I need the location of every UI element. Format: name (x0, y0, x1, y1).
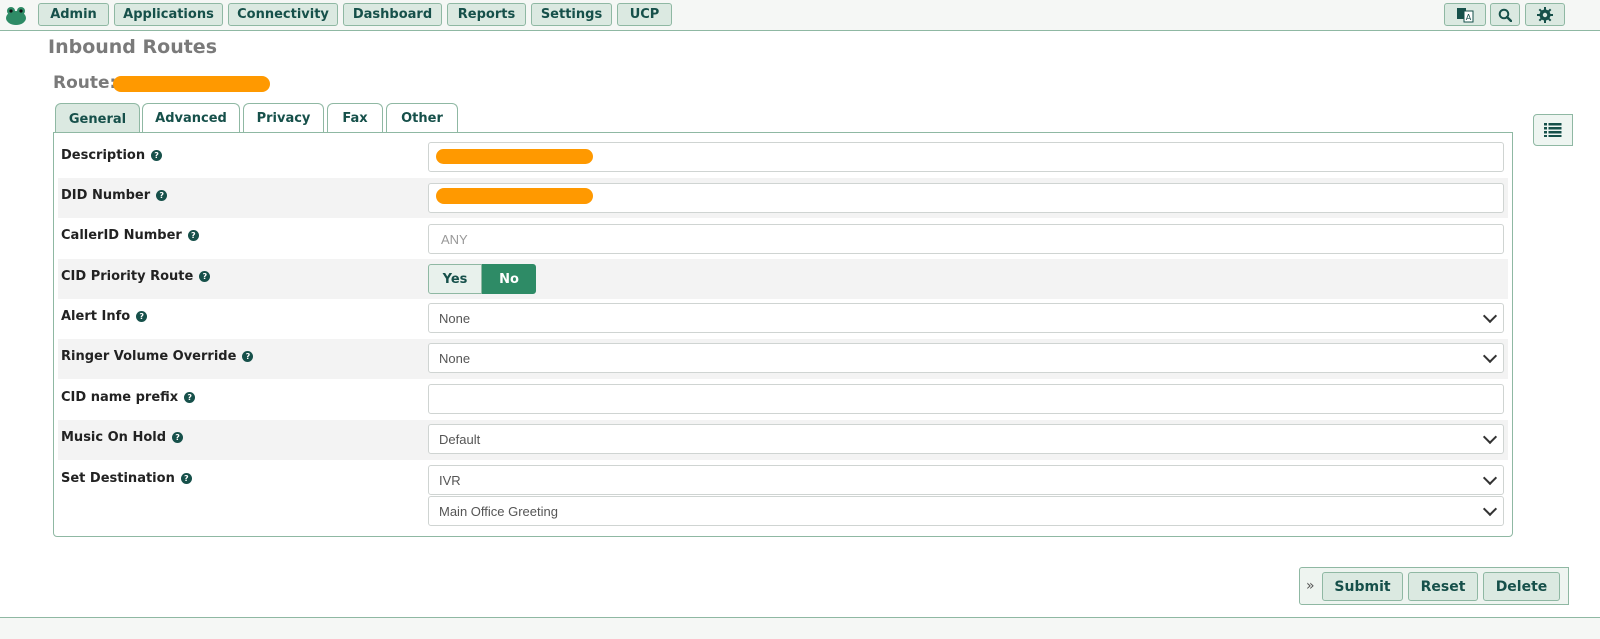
delete-button[interactable]: Delete (1483, 572, 1560, 601)
nav-ucp[interactable]: UCP (617, 3, 672, 26)
route-name-redaction (113, 76, 270, 92)
help-icon[interactable]: ? (136, 311, 148, 322)
ringer-volume-value: None (439, 350, 471, 366)
callerid-number-text[interactable] (439, 230, 1503, 248)
help-icon[interactable]: ? (184, 392, 196, 403)
music-on-hold-label: Music On Hold (61, 430, 167, 445)
nav-connectivity[interactable]: Connectivity (228, 3, 338, 26)
callerid-number-input[interactable] (428, 224, 1504, 254)
did-number-text[interactable] (439, 189, 1503, 207)
cid-priority-route-label: CID Priority Route (61, 269, 194, 284)
reset-button[interactable]: Reset (1408, 572, 1478, 601)
help-icon[interactable]: ? (172, 432, 184, 443)
svg-text:A: A (1466, 13, 1472, 22)
translate-icon: A (1457, 7, 1474, 22)
cid-priority-yes-button[interactable]: Yes (428, 264, 482, 294)
alert-info-label: Alert Info (61, 309, 131, 324)
tab-advanced[interactable]: Advanced (142, 103, 240, 133)
cid-name-prefix-label: CID name prefix (61, 390, 179, 405)
settings-button[interactable] (1525, 3, 1565, 26)
translate-button[interactable]: A (1444, 3, 1486, 26)
nav-reports[interactable]: Reports (447, 3, 526, 26)
help-icon[interactable]: ? (180, 473, 192, 484)
alert-info-select[interactable]: None (428, 303, 1504, 333)
cid-name-prefix-text[interactable] (439, 390, 1503, 408)
action-bar: » Submit Reset Delete (1299, 567, 1569, 605)
ringer-volume-select[interactable]: None (428, 343, 1504, 373)
music-on-hold-select[interactable]: Default (428, 424, 1504, 454)
route-label: Route: (53, 73, 117, 93)
help-icon[interactable]: ? (242, 351, 254, 362)
ringer-volume-label: Ringer Volume Override (61, 349, 237, 364)
collapse-action-bar-icon[interactable]: » (1306, 578, 1315, 594)
top-nav-bar: Admin Applications Connectivity Dashboar… (0, 0, 1600, 31)
description-redaction (436, 149, 593, 164)
tab-general[interactable]: General (55, 103, 140, 134)
cid-priority-route-toggle: Yes No (428, 264, 536, 294)
cid-name-prefix-input[interactable] (428, 384, 1504, 414)
page-title: Inbound Routes (48, 36, 218, 58)
destination-type-value: IVR (439, 472, 461, 488)
chevron-down-icon (1482, 501, 1498, 517)
footer-bar (0, 617, 1600, 639)
tab-other[interactable]: Other (386, 103, 458, 133)
set-destination-label: Set Destination (61, 471, 175, 486)
music-on-hold-value: Default (439, 431, 481, 447)
nav-applications[interactable]: Applications (114, 3, 223, 26)
chevron-down-icon (1482, 308, 1498, 324)
tab-fax[interactable]: Fax (327, 103, 383, 133)
destination-target-select[interactable]: Main Office Greeting (428, 496, 1504, 526)
did-number-redaction (436, 188, 593, 204)
gear-icon (1537, 6, 1553, 23)
submit-button[interactable]: Submit (1322, 572, 1403, 601)
search-button[interactable] (1490, 3, 1520, 26)
sidebar-toggle-button[interactable] (1533, 114, 1573, 146)
cid-priority-route-row: CID Priority Route? (58, 259, 1508, 299)
chevron-down-icon (1482, 470, 1498, 486)
frog-logo-icon[interactable] (4, 4, 28, 26)
tab-privacy[interactable]: Privacy (243, 103, 324, 133)
help-icon[interactable]: ? (187, 230, 199, 241)
help-icon[interactable]: ? (156, 190, 168, 201)
alert-info-value: None (439, 310, 471, 326)
destination-target-value: Main Office Greeting (439, 503, 558, 519)
destination-type-select[interactable]: IVR (428, 465, 1504, 495)
callerid-number-label: CallerID Number (61, 228, 182, 243)
search-icon (1498, 8, 1512, 22)
chevron-down-icon (1482, 348, 1498, 364)
chevron-down-icon (1482, 429, 1498, 445)
help-icon[interactable]: ? (199, 271, 211, 282)
nav-dashboard[interactable]: Dashboard (343, 3, 442, 26)
description-text[interactable] (439, 148, 1503, 166)
description-label: Description (61, 148, 146, 163)
list-icon (1544, 123, 1562, 137)
nav-admin[interactable]: Admin (38, 3, 109, 26)
cid-priority-no-button[interactable]: No (482, 264, 536, 294)
nav-settings[interactable]: Settings (531, 3, 612, 26)
did-number-label: DID Number (61, 188, 151, 203)
help-icon[interactable]: ? (151, 150, 163, 161)
